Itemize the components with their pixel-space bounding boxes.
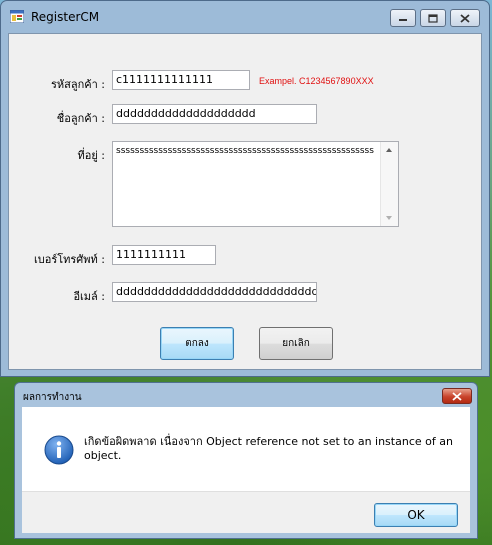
customer-name-input[interactable]: dddddddddddddddddddd	[112, 104, 317, 124]
address-text: ssssssssssssssssssssssssssssssssssssssss…	[116, 146, 374, 156]
address-textarea[interactable]: ssssssssssssssssssssssssssssssssssssssss…	[112, 141, 399, 227]
cancel-button[interactable]: ยกเลิก	[259, 327, 333, 360]
address-label: ที่อยู่ :	[77, 149, 105, 162]
customer-name-label: ชื่อลูกค้า :	[56, 112, 105, 125]
information-icon	[44, 435, 74, 465]
maximize-icon	[428, 13, 438, 23]
dialog-body: เกิดข้อผิดพลาด เนื่องจาก Object referenc…	[22, 407, 470, 491]
maximize-button[interactable]	[420, 9, 446, 27]
dialog-close-button[interactable]	[442, 388, 472, 404]
register-window: RegisterCM รหัสลูกค้า : c1111111111111 E…	[0, 0, 490, 377]
close-icon	[452, 391, 462, 401]
scroll-up-icon[interactable]	[386, 148, 392, 152]
dialog-footer: OK	[22, 491, 470, 533]
email-label: อีเมล์ :	[73, 290, 105, 303]
window-title: RegisterCM	[31, 10, 100, 24]
ok-button[interactable]: ตกลง	[160, 327, 234, 360]
dialog-ok-button[interactable]: OK	[374, 503, 458, 527]
title-bar[interactable]: RegisterCM	[1, 1, 489, 33]
message-dialog: ผลการทำงาน เกิดข้อผิดพลาด เนื่องจาก Obje…	[14, 382, 478, 539]
customer-id-input[interactable]: c1111111111111	[112, 70, 250, 90]
customer-id-hint: Exampel. C1234567890XXX	[259, 76, 374, 86]
app-form-icon	[10, 10, 24, 23]
phone-label: เบอร์โทรศัพท์ :	[33, 253, 105, 266]
address-scrollbar[interactable]	[380, 142, 398, 226]
close-button[interactable]	[450, 9, 480, 27]
email-input[interactable]: dddddddddddddddddddddddddddddddd	[112, 282, 317, 302]
dialog-message: เกิดข้อผิดพลาด เนื่องจาก Object referenc…	[84, 435, 453, 462]
phone-input[interactable]: 1111111111	[112, 245, 216, 265]
minimize-button[interactable]	[390, 9, 416, 27]
form-client-area: รหัสลูกค้า : c1111111111111 Exampel. C12…	[8, 33, 482, 370]
customer-id-label: รหัสลูกค้า :	[50, 78, 105, 91]
scroll-down-icon[interactable]	[386, 216, 392, 220]
dialog-title: ผลการทำงาน	[23, 392, 82, 403]
minimize-icon	[399, 19, 407, 21]
close-icon	[460, 13, 470, 23]
